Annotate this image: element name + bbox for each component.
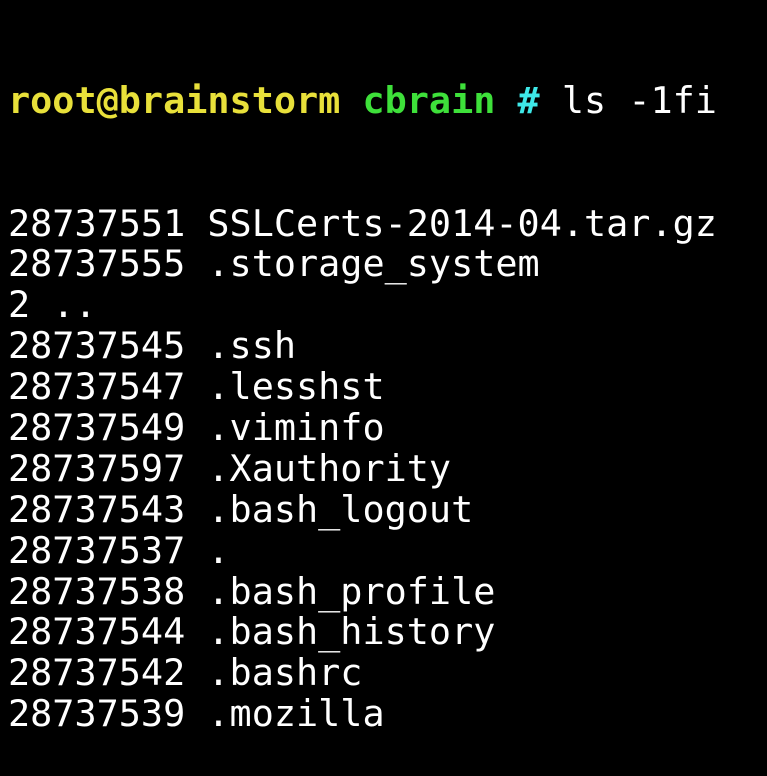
output-line: 2 .. [8, 283, 717, 327]
file-name: .mozilla [207, 692, 385, 736]
inode: 28737544 [8, 610, 186, 654]
inode: 28737555 [8, 242, 186, 286]
file-name: SSLCerts-2014-04.tar.gz [207, 201, 717, 245]
file-name: .lesshst [207, 365, 385, 409]
output-line: 28737555 .storage_system [8, 242, 717, 286]
terminal[interactable]: root@brainstorm cbrain # ls -1fi 2873755… [8, 0, 717, 776]
inode: 28737551 [8, 201, 186, 245]
prompt-directory: cbrain [362, 78, 496, 122]
prompt-line: root@brainstorm cbrain # ls -1fi [8, 78, 717, 122]
inode: 28737543 [8, 487, 186, 531]
output-line: 28737551 SSLCerts-2014-04.tar.gz [8, 201, 717, 245]
file-name: .bash_history [207, 610, 496, 654]
inode: 28737549 [8, 405, 186, 449]
file-name: . [207, 528, 230, 572]
command: ls -1fi [561, 78, 717, 122]
output-line: 28737549 .viminfo [8, 405, 717, 449]
output-line: 28737545 .ssh [8, 324, 717, 368]
prompt-symbol: # [517, 78, 540, 122]
output-line: 28737542 .bashrc [8, 651, 717, 695]
file-name: .viminfo [207, 405, 385, 449]
inode: 28737537 [8, 528, 186, 572]
inode: 28737538 [8, 569, 186, 613]
prompt-user-host: root@brainstorm [8, 78, 341, 122]
inode: 28737542 [8, 651, 186, 695]
file-name: .storage_system [207, 242, 540, 286]
inode: 28737547 [8, 365, 186, 409]
output-line: 28737544 .bash_history [8, 610, 717, 654]
output-line: 28737537 . [8, 528, 717, 572]
output-line: 28737543 .bash_logout [8, 487, 717, 531]
output-line: 28737539 .mozilla [8, 692, 717, 736]
file-name: .bash_profile [207, 569, 496, 613]
output-line: 28737597 .Xauthority [8, 446, 717, 490]
file-name: .bashrc [207, 651, 363, 695]
inode: 28737545 [8, 324, 186, 368]
inode: 28737597 [8, 446, 186, 490]
file-name: .Xauthority [207, 446, 452, 490]
inode: 2 [8, 283, 31, 327]
output-line: 28737538 .bash_profile [8, 569, 717, 613]
file-name: .ssh [207, 324, 297, 368]
file-name: .. [52, 283, 97, 327]
output-line: 28737547 .lesshst [8, 365, 717, 409]
inode: 28737539 [8, 692, 186, 736]
file-name: .bash_logout [207, 487, 474, 531]
